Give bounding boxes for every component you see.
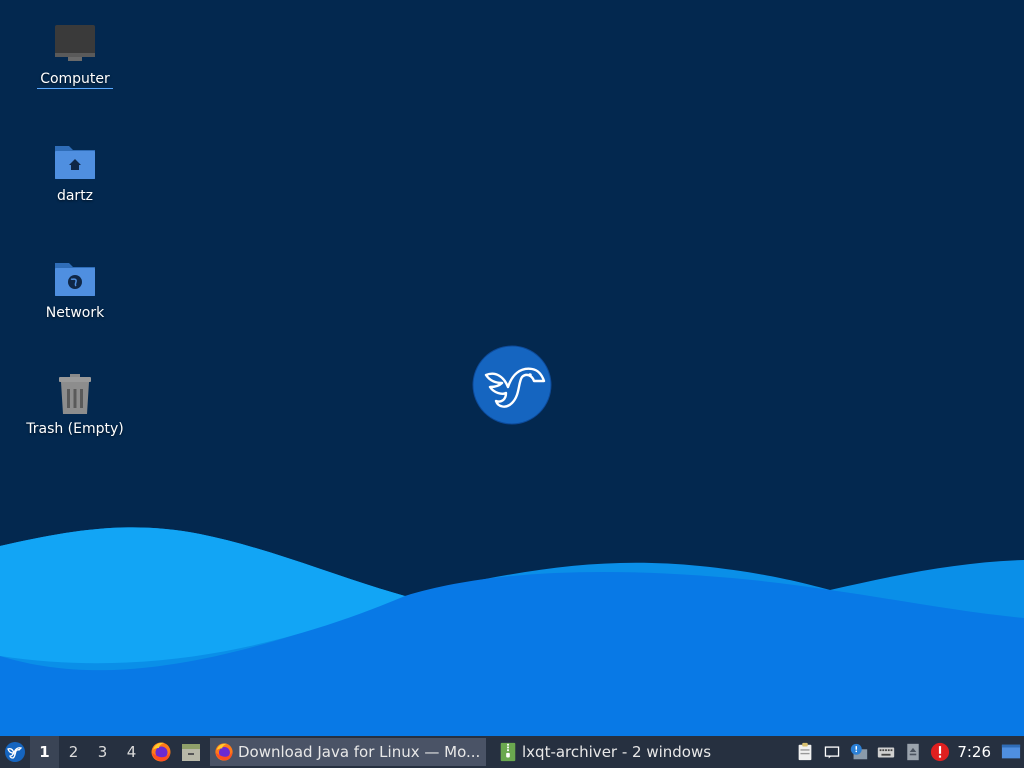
computer-icon — [52, 22, 98, 68]
message-icon — [824, 746, 840, 759]
task-archiver-group[interactable]: lxqt-archiver - 2 windows — [494, 738, 774, 766]
workspace-2-button[interactable]: 2 — [59, 736, 88, 768]
desktop-icon-label: Trash (Empty) — [26, 421, 124, 437]
quicklaunch-firefox[interactable] — [146, 736, 176, 768]
update-notifier-tray[interactable] — [845, 736, 872, 768]
desktop-icon-trash[interactable]: Trash (Empty) — [20, 372, 130, 438]
start-menu-button[interactable] — [0, 736, 30, 768]
workspace-3-button[interactable]: 3 — [88, 736, 117, 768]
alert-icon — [930, 742, 949, 762]
desktop-icon-network[interactable]: Network — [20, 256, 130, 322]
clipboard-icon — [798, 742, 812, 761]
eject-icon — [907, 743, 919, 761]
home-folder-icon — [52, 139, 98, 185]
keyboard-icon — [877, 747, 894, 758]
update-notifier-icon — [850, 743, 867, 760]
lubuntu-logo — [472, 345, 552, 425]
task-label: Download Java for Linux — Mo... — [238, 743, 481, 761]
desktop-icon-label: Computer — [37, 70, 113, 89]
archive-icon — [500, 742, 516, 762]
keyboard-tray[interactable] — [872, 736, 899, 768]
show-desktop-button[interactable] — [997, 736, 1024, 768]
task-firefox-window[interactable]: Download Java for Linux — Mo... — [210, 738, 486, 766]
lubuntu-menu-icon — [5, 742, 25, 762]
alert-tray[interactable] — [926, 736, 953, 768]
firefox-icon — [151, 742, 171, 762]
show-desktop-icon — [1001, 744, 1020, 759]
file-manager-icon — [182, 744, 200, 761]
desktop-icon-computer[interactable]: Computer — [20, 22, 130, 89]
clock[interactable]: 7:26 — [953, 743, 997, 761]
desktop-icon-home[interactable]: dartz — [20, 139, 130, 205]
desktop-icon-label: Network — [45, 305, 105, 321]
network-folder-icon — [52, 256, 98, 302]
notification-tray[interactable] — [818, 736, 845, 768]
task-label: lxqt-archiver - 2 windows — [522, 743, 712, 761]
desktop-icon-label: dartz — [56, 188, 94, 204]
workspace-4-button[interactable]: 4 — [117, 736, 146, 768]
desktop[interactable]: Computer dartz Network Trash (Empty) — [0, 0, 1024, 736]
workspace-1-button[interactable]: 1 — [30, 736, 59, 768]
quicklaunch-file-manager[interactable] — [176, 736, 206, 768]
system-tray: 7:26 — [791, 736, 1024, 768]
firefox-icon — [215, 743, 233, 761]
removable-media-tray[interactable] — [899, 736, 926, 768]
taskbar: 1 2 3 4 Download Java for Linux — Mo... — [0, 736, 1024, 768]
trash-icon — [52, 372, 98, 418]
clipboard-tray[interactable] — [791, 736, 818, 768]
